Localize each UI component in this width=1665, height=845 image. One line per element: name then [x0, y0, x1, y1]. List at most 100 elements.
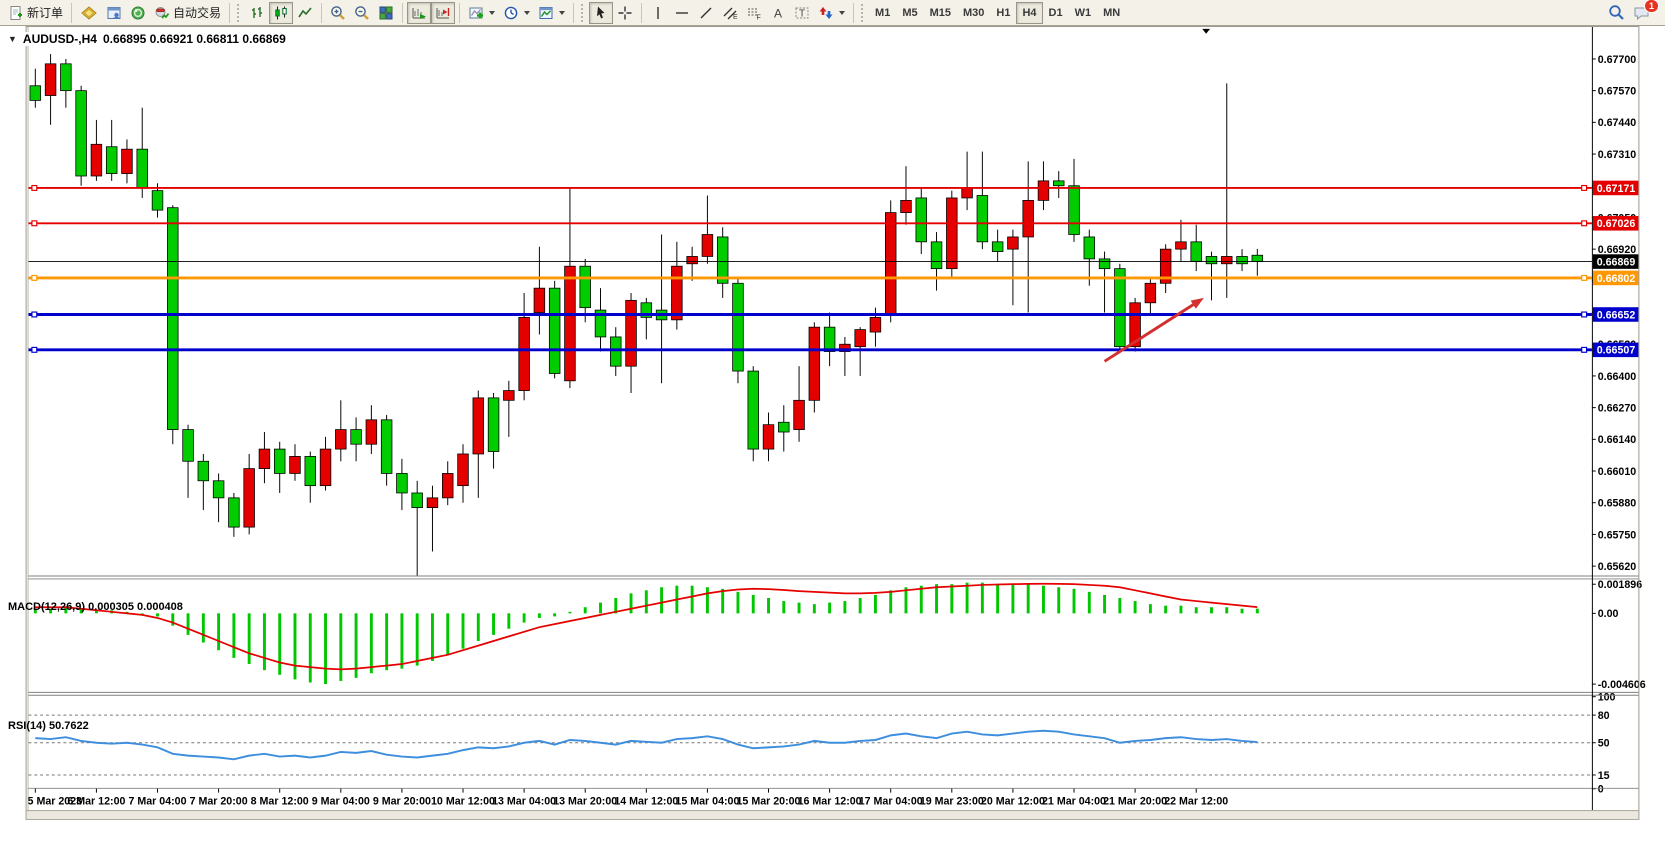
candle[interactable] [748, 371, 759, 449]
line-chart-button[interactable] [293, 2, 317, 24]
chart-dropdown-icon[interactable]: ▼ [8, 34, 17, 44]
line-handle[interactable] [1582, 186, 1587, 191]
candle[interactable] [1038, 181, 1049, 201]
line-handle[interactable] [1582, 347, 1587, 352]
candle[interactable] [1191, 242, 1202, 262]
candle[interactable] [427, 498, 438, 508]
candle[interactable] [122, 149, 133, 173]
candle[interactable] [565, 266, 576, 381]
candle[interactable] [1084, 237, 1095, 259]
candle[interactable] [290, 456, 301, 473]
candle[interactable] [519, 317, 530, 390]
candle[interactable] [504, 391, 515, 401]
candle[interactable] [274, 449, 285, 473]
timeframe-m30-button[interactable]: M30 [957, 2, 990, 24]
candle[interactable] [213, 481, 224, 498]
line-handle[interactable] [32, 347, 37, 352]
navigator-button[interactable] [126, 2, 150, 24]
candle[interactable] [1053, 181, 1064, 186]
candle[interactable] [366, 420, 377, 444]
candle[interactable] [885, 213, 896, 315]
line-handle[interactable] [32, 312, 37, 317]
candle[interactable] [534, 288, 545, 312]
candle[interactable] [259, 449, 270, 469]
candle[interactable] [672, 266, 683, 320]
candle[interactable] [946, 198, 957, 269]
text-label-button[interactable]: T [790, 2, 814, 24]
candle[interactable] [1008, 237, 1019, 249]
candle[interactable] [809, 327, 820, 400]
market-watch-button[interactable] [76, 2, 102, 24]
candle[interactable] [549, 288, 560, 373]
candle[interactable] [1176, 242, 1187, 249]
timeframe-m5-button[interactable]: M5 [896, 2, 923, 24]
candle[interactable] [916, 198, 927, 242]
notifications-button[interactable]: 1 [1629, 2, 1655, 24]
candle[interactable] [442, 473, 453, 497]
candle[interactable] [1099, 259, 1110, 269]
timeframe-m15-button[interactable]: M15 [924, 2, 957, 24]
candle[interactable] [1145, 283, 1156, 303]
candle[interactable] [167, 208, 178, 430]
candle[interactable] [335, 430, 346, 450]
candle[interactable] [320, 449, 331, 486]
indicators-button[interactable] [464, 2, 499, 24]
candle[interactable] [1115, 269, 1126, 347]
tile-windows-button[interactable] [374, 2, 398, 24]
candle[interactable] [610, 337, 621, 366]
periods-button[interactable] [499, 2, 534, 24]
candle[interactable] [992, 242, 1003, 252]
arrows-button[interactable] [814, 2, 849, 24]
price-panel[interactable] [29, 27, 1592, 576]
candle[interactable] [1237, 256, 1248, 263]
new-order-button[interactable]: 新订单 [4, 2, 67, 24]
timeframe-h4-button[interactable]: H4 [1016, 2, 1042, 24]
chart-title[interactable]: ▼ AUDUSD-,H4 0.66895 0.66921 0.66811 0.6… [8, 32, 292, 46]
chart-canvas[interactable]: 0.677000.675700.674400.673100.671800.670… [0, 26, 1665, 845]
candle[interactable] [901, 200, 912, 212]
candle[interactable] [977, 195, 988, 241]
candle[interactable] [717, 237, 728, 283]
candle[interactable] [733, 283, 744, 371]
candle[interactable] [45, 64, 56, 96]
search-button[interactable] [1604, 2, 1629, 24]
candle[interactable] [152, 191, 163, 211]
candle[interactable] [962, 188, 973, 198]
candle[interactable] [824, 327, 835, 351]
templates-button[interactable] [534, 2, 569, 24]
candle[interactable] [702, 235, 713, 257]
line-handle[interactable] [1582, 221, 1587, 226]
candle[interactable] [763, 425, 774, 449]
candle[interactable] [229, 498, 240, 527]
chart-shift-button[interactable] [431, 2, 455, 24]
candle[interactable] [351, 430, 362, 445]
zoom-out-button[interactable] [350, 2, 374, 24]
candle[interactable] [1069, 186, 1080, 235]
candle[interactable] [458, 454, 469, 486]
line-handle[interactable] [32, 275, 37, 280]
candle[interactable] [381, 420, 392, 474]
candle[interactable] [1206, 256, 1217, 263]
candle[interactable] [1221, 256, 1232, 263]
candle[interactable] [76, 91, 87, 176]
candle[interactable] [198, 461, 209, 481]
line-handle[interactable] [32, 221, 37, 226]
line-handle[interactable] [32, 186, 37, 191]
bar-chart-button[interactable] [245, 2, 269, 24]
candle[interactable] [183, 430, 194, 462]
trendline-button[interactable] [694, 2, 718, 24]
candle[interactable] [30, 86, 41, 101]
candle[interactable] [61, 64, 72, 91]
candle[interactable] [794, 400, 805, 429]
horizontal-line-button[interactable] [670, 2, 694, 24]
text-button[interactable]: A [766, 2, 790, 24]
candle[interactable] [305, 456, 316, 485]
timeframe-d1-button[interactable]: D1 [1043, 2, 1069, 24]
zoom-in-button[interactable] [326, 2, 350, 24]
candle[interactable] [473, 398, 484, 454]
candle[interactable] [1252, 255, 1263, 261]
candle[interactable] [870, 317, 881, 332]
timeframe-h1-button[interactable]: H1 [990, 2, 1016, 24]
candle[interactable] [626, 300, 637, 366]
cursor-button[interactable] [589, 2, 613, 24]
